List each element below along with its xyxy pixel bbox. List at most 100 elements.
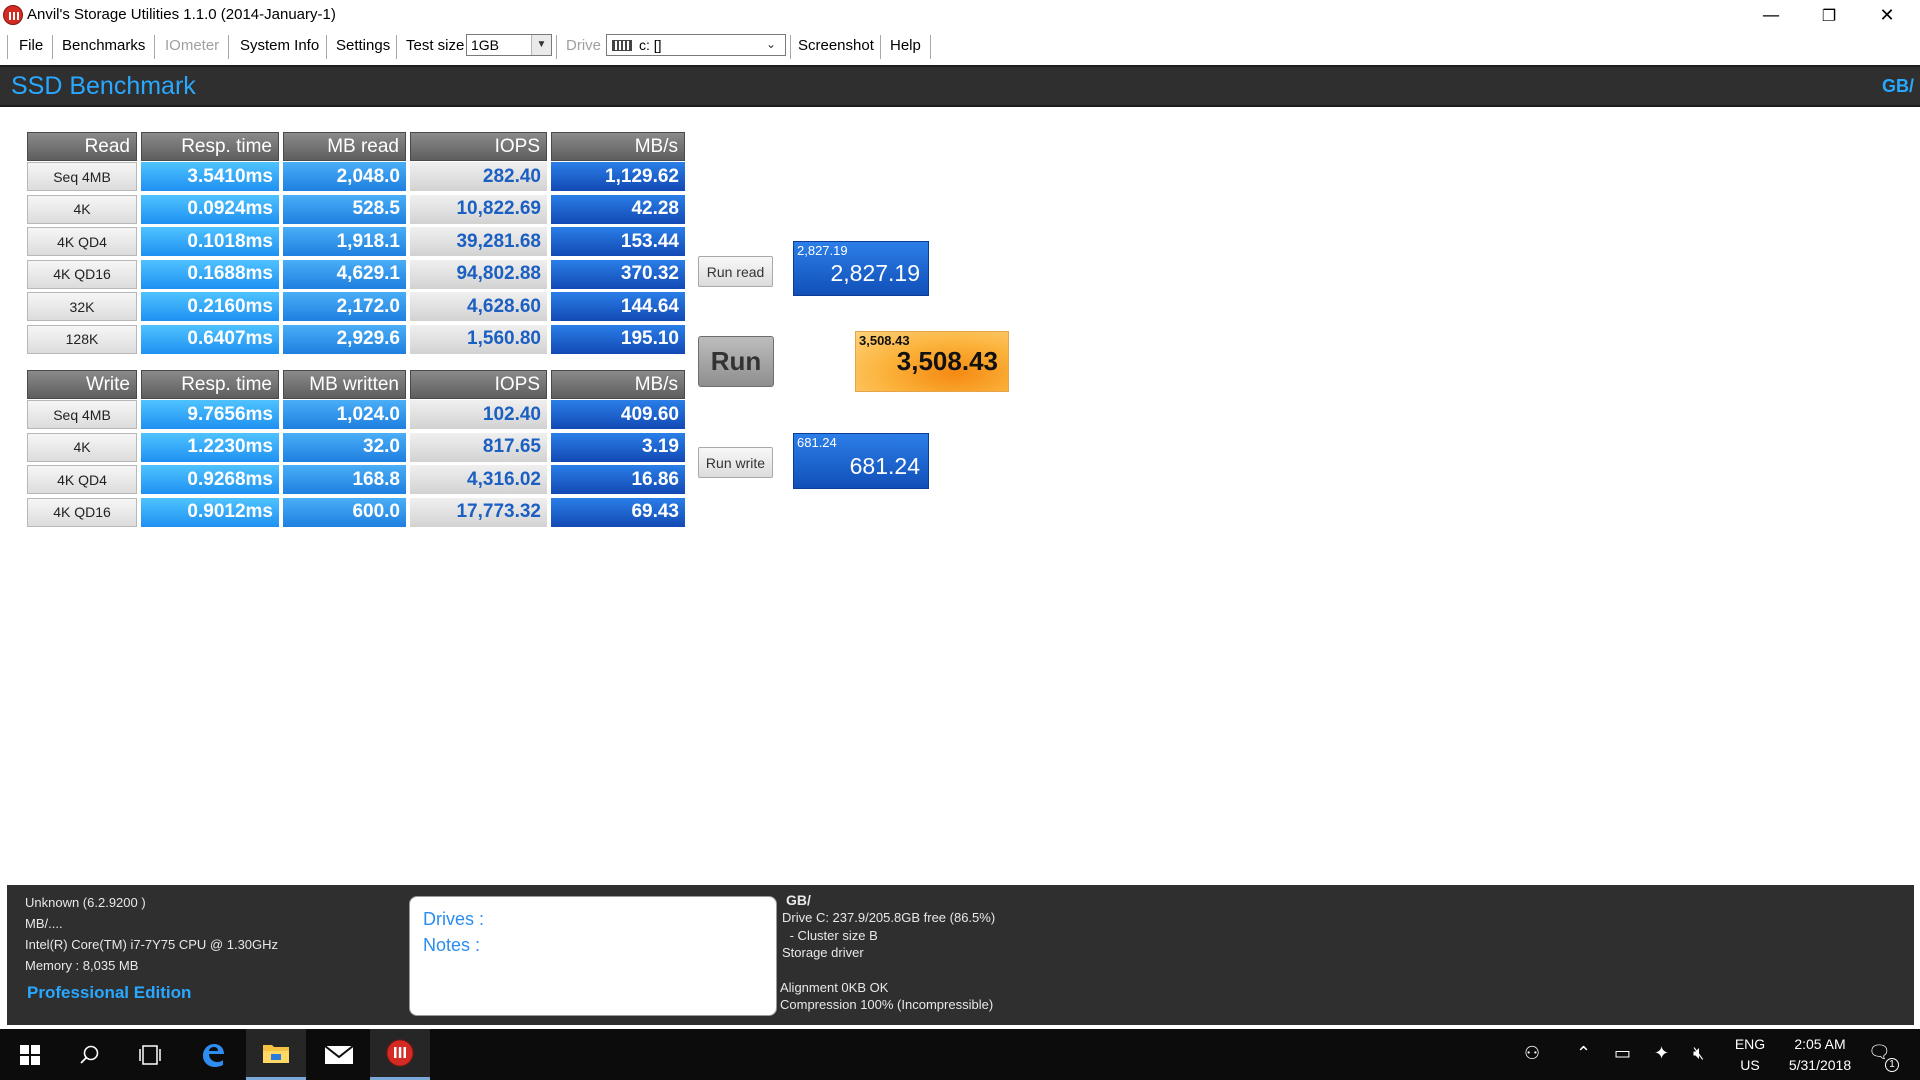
menu-screenshot[interactable]: Screenshot [798,37,874,54]
edge-browser-icon [203,1043,224,1067]
menu-iometer[interactable]: IOmeter [165,37,219,54]
system-info-panel: Unknown (6.2.9200 ) MB/.... Intel(R) Cor… [7,885,1914,1025]
people-icon[interactable]: ⚇ [1524,1043,1540,1064]
mb-info: MB/.... [25,916,63,931]
drive-select[interactable]: c: [] [606,34,786,56]
menu-help[interactable]: Help [890,37,921,54]
iops-cell: 10,822.69 [410,194,547,224]
benchmark-header: SSD Benchmark GB/ [0,65,1920,107]
edition-label: Professional Edition [27,983,192,1002]
resp-time-cell: 9.7656ms [141,400,279,429]
notification-badge: 1 [1885,1058,1899,1072]
menu-benchmarks[interactable]: Benchmarks [62,37,145,54]
row-label: 4K [27,194,137,224]
menu-separator [880,35,881,59]
volume-muted-icon[interactable]: 🔇︎ [1693,1043,1704,1064]
mbs-cell: 153.44 [551,227,685,256]
iops-cell: 94,802.88 [410,259,547,289]
search-button[interactable] [60,1029,120,1080]
folder-icon [263,1045,289,1063]
chevron-up-icon[interactable]: ⌃ [1576,1043,1591,1064]
resp-time-cell: 3.5410ms [141,162,279,191]
menu-bar: File Benchmarks IOmeter System Info Sett… [0,31,1920,61]
anvil-app-icon [386,1039,414,1067]
taskbar-anvil[interactable] [370,1029,430,1080]
title-bar: Anvil's Storage Utilities 1.1.0 (2014-Ja… [0,0,1920,30]
menu-separator [52,35,53,59]
wifi-icon[interactable]: ✦ [1654,1043,1669,1064]
menu-separator [228,35,229,59]
resp-time-cell: 0.6407ms [141,324,279,354]
menu-file[interactable]: File [19,37,43,54]
run-button[interactable]: Run [698,336,774,387]
menu-separator [154,35,155,59]
minimize-button[interactable]: — [1742,0,1800,30]
compression-info: Compression 100% (Incompressible) [780,997,994,1012]
total-score-box: 3,508.43 3,508.43 [855,331,1009,392]
write-header-resp: Resp. time [141,370,279,399]
resp-time-cell: 0.1018ms [141,227,279,256]
clock-date[interactable]: 5/31/2018 [1770,1057,1870,1073]
read-header-mb: MB read [283,132,406,161]
taskbar-file-explorer[interactable] [246,1029,306,1080]
write-score-box: 681.24 681.24 [793,433,929,489]
write-header-mb: MB written [283,370,406,399]
battery-icon[interactable]: ▭ [1614,1043,1631,1064]
write-score-small: 681.24 [797,435,837,450]
close-button[interactable]: ✕ [1858,0,1916,30]
iops-cell: 1,560.80 [410,324,547,354]
notes-label: Notes : [423,935,481,955]
read-header-iops: IOPS [410,132,547,161]
menu-separator [7,35,8,59]
header-unit: GB/ [1881,76,1914,96]
resp-time-cell: 0.2160ms [141,292,279,321]
taskbar: ⚇ ⌃ ▭ ✦ 🔇︎ ENG US 2:05 AM 5/31/2018 🗨︎ 1 [0,1029,1920,1080]
mbs-cell: 42.28 [551,194,685,224]
resp-time-cell: 0.1688ms [141,259,279,289]
anvil-app-icon [3,5,23,25]
run-read-button[interactable]: Run read [698,256,773,287]
menu-separator [396,35,397,59]
read-header-resp: Resp. time [141,132,279,161]
row-label: 4K QD16 [27,497,137,527]
menu-settings[interactable]: Settings [336,37,390,54]
language-indicator[interactable]: ENG [1730,1036,1770,1052]
drives-label: Drives : [423,909,485,929]
start-button[interactable] [0,1029,60,1080]
total-score: 3,508.43 [896,346,998,376]
task-view-button[interactable] [120,1029,180,1080]
row-label: 32K [27,292,137,321]
drive-icon [612,40,632,51]
test-size-label: Test size [406,37,465,54]
mb-cell: 1,918.1 [283,227,406,256]
iops-cell: 4,628.60 [410,292,547,321]
menu-separator [790,35,791,59]
row-label: 4K [27,432,137,462]
drive-gb-title: GB/ [786,892,811,908]
language-region[interactable]: US [1730,1057,1770,1073]
cluster-info: - Cluster size B [786,928,878,943]
read-header-read: Read [27,132,137,161]
storage-driver-info: Storage driver [782,945,864,960]
test-size-dropdown-arrow-icon[interactable]: ▼ [531,35,551,55]
memory-info: Memory : 8,035 MB [25,958,139,973]
run-write-button[interactable]: Run write [698,447,773,478]
restore-button[interactable]: ❐ [1800,0,1858,30]
row-label: Seq 4MB [27,162,137,191]
search-icon [80,1045,99,1064]
iops-cell: 17,773.32 [410,497,547,527]
row-label: 4K QD4 [27,465,137,494]
menu-separator [930,35,931,59]
menu-system-info[interactable]: System Info [240,37,319,54]
page-title: SSD Benchmark [11,72,196,100]
notes-textbox[interactable]: Drives : Notes : [409,896,777,1016]
clock-time[interactable]: 2:05 AM [1770,1036,1870,1052]
task-view-icon [139,1044,161,1065]
taskbar-mail[interactable] [309,1029,369,1080]
write-header-iops: IOPS [410,370,547,399]
drive-dropdown-arrow-icon[interactable]: ⌄ [766,37,776,51]
resp-time-cell: 0.9268ms [141,465,279,494]
taskbar-edge[interactable] [183,1029,243,1080]
drive-label: Drive [566,37,602,54]
iops-cell: 102.40 [410,400,547,429]
